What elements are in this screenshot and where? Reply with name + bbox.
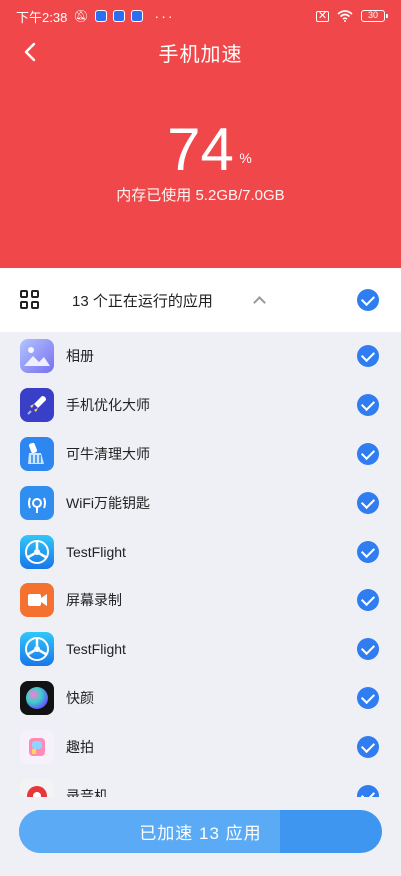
app-row[interactable]: 快颜	[0, 674, 401, 723]
app-checkbox[interactable]	[357, 638, 379, 661]
status-left: 下午2:38 🔕︎ ···	[16, 7, 175, 26]
video-icon	[20, 583, 54, 618]
app-checkbox[interactable]	[357, 686, 379, 709]
recorder-icon	[20, 778, 54, 797]
running-apps-header[interactable]: 13 个正在运行的应用	[0, 268, 401, 332]
app-row[interactable]: 可牛清理大师	[0, 430, 401, 479]
running-apps-title: 13 个正在运行的应用	[72, 292, 213, 310]
app-row[interactable]: 录音机	[0, 771, 401, 797]
p-icon	[20, 729, 54, 764]
grid-icon	[20, 290, 40, 310]
app-checkbox[interactable]	[357, 491, 379, 514]
app-row[interactable]: TestFlight	[0, 527, 401, 576]
app-name: 相册	[66, 348, 94, 365]
notification-app-icon	[112, 10, 125, 22]
app-name: TestFlight	[66, 641, 126, 658]
status-bar: 下午2:38 🔕︎ ··· ✕ 30	[0, 0, 401, 32]
bottom-bar: 已加速 13 应用	[0, 797, 401, 876]
app-name: 屏幕录制	[66, 592, 122, 609]
sim-icon: ✕	[316, 10, 329, 22]
page-title: 手机加速	[158, 43, 243, 66]
app-checkbox[interactable]	[357, 735, 379, 758]
chevron-up-icon[interactable]	[253, 294, 265, 306]
app-checkbox[interactable]	[357, 345, 379, 368]
status-right: ✕ 30	[316, 10, 388, 22]
app-list: 相册手机优化大师 可牛清理大师 WiFi万能钥匙 TestFlight 屏幕录制 Test…	[0, 332, 401, 797]
back-button[interactable]	[12, 34, 48, 70]
memory-usage-text: 内存已使用 5.2GB/7.0GB	[116, 187, 285, 204]
app-row[interactable]: WiFi万能钥匙	[0, 478, 401, 527]
app-checkbox[interactable]	[357, 589, 379, 612]
app-name: WiFi万能钥匙	[66, 494, 150, 511]
chevron-left-icon	[24, 42, 36, 62]
app-name: 可牛清理大师	[66, 445, 150, 462]
app-name: 手机优化大师	[66, 397, 150, 414]
percent-number: 74	[167, 116, 234, 183]
wifi-key-icon	[20, 485, 54, 520]
app-row[interactable]: 趣拍	[0, 722, 401, 771]
app-row[interactable]: TestFlight	[0, 625, 401, 674]
gallery-icon	[20, 339, 54, 374]
wifi-icon	[337, 10, 353, 22]
rocket-icon	[20, 388, 54, 423]
app-row[interactable]: 屏幕录制	[0, 576, 401, 625]
notification-app-icon	[94, 10, 107, 22]
accelerate-button[interactable]: 已加速 13 应用	[19, 810, 382, 853]
app-row[interactable]: 手机优化大师	[0, 381, 401, 430]
accelerate-label: 已加速 13 应用	[139, 824, 262, 843]
testflight-icon	[20, 534, 54, 569]
header: 下午2:38 🔕︎ ··· ✕ 30 手机加速 74 % 内存已使用 5.2GB…	[0, 0, 401, 268]
memory-percent-value: 74 %	[167, 116, 252, 183]
percent-sign: %	[239, 150, 252, 166]
app-name: 快颜	[66, 689, 94, 706]
app-checkbox[interactable]	[357, 394, 379, 417]
app-checkbox[interactable]	[357, 784, 379, 797]
app-row[interactable]: 相册	[0, 332, 401, 381]
more-notifications-icon: ···	[154, 8, 175, 24]
app-name: TestFlight	[66, 543, 126, 560]
app-name: 录音机	[66, 787, 108, 797]
broom-icon	[20, 436, 54, 471]
select-all-checkbox[interactable]	[357, 289, 379, 311]
mute-icon: 🔕︎	[73, 9, 89, 23]
memory-percent: 74 %	[0, 118, 401, 182]
battery-icon: 30	[361, 10, 388, 22]
app-checkbox[interactable]	[357, 442, 379, 465]
app-name: 趣拍	[66, 738, 94, 755]
app-checkbox[interactable]	[357, 540, 379, 563]
nav-bar: 手机加速	[0, 32, 401, 72]
orb-icon	[20, 680, 54, 715]
notification-app-icon	[130, 10, 143, 22]
status-time: 下午2:38	[16, 9, 68, 25]
testflight-icon	[20, 632, 54, 667]
